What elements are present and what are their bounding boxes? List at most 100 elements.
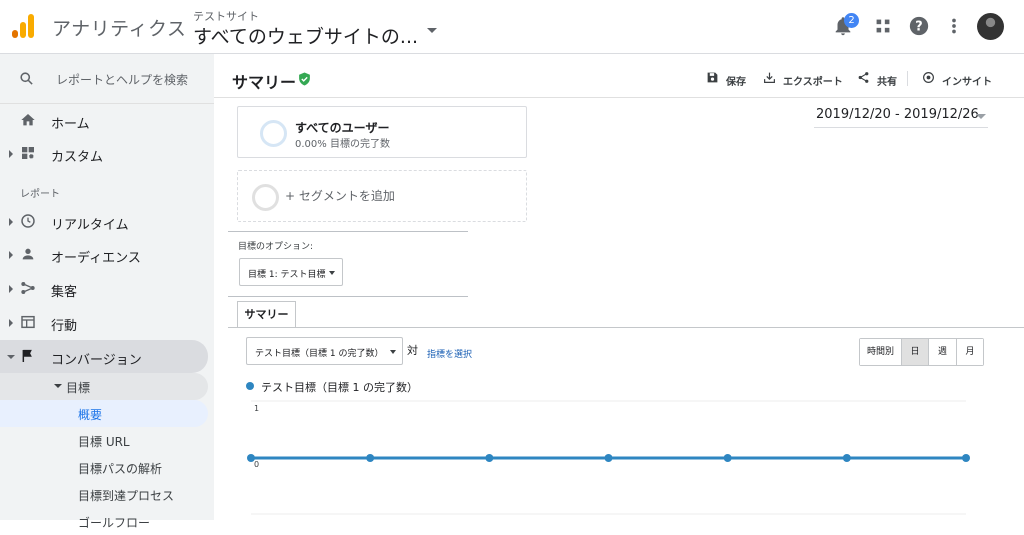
data-point[interactable] [842, 454, 851, 462]
top-bar: アナリティクス テストサイト すべてのウェブサイトの... 2 ? [0, 0, 1024, 54]
sidebar-item-goals-overview[interactable]: 概要 [0, 400, 208, 427]
versus-label: 対 [407, 344, 418, 357]
tab-summary[interactable]: サマリー [237, 301, 296, 328]
share-button[interactable]: 共有 [877, 73, 897, 88]
acquisition-icon [21, 282, 35, 294]
sidebar-item-behavior[interactable]: 行動 [0, 306, 214, 339]
search-icon [20, 72, 33, 85]
chevron-right-icon[interactable] [9, 251, 13, 259]
save-button[interactable]: 保存 [726, 73, 746, 88]
sidebar-item-label: 概要 [78, 408, 103, 422]
view-selector[interactable]: すべてのウェブサイトの... [193, 22, 418, 49]
metric-select[interactable]: テスト目標（目標 1 の完了数） [246, 337, 403, 365]
chevron-down-icon[interactable] [54, 384, 62, 388]
tab-divider [228, 327, 1024, 328]
chevron-down-icon[interactable] [7, 355, 15, 359]
divider [907, 71, 908, 86]
y-tick-label: 1 [254, 404, 259, 413]
chevron-right-icon[interactable] [9, 319, 13, 327]
chevron-right-icon[interactable] [9, 285, 13, 293]
data-point[interactable] [247, 454, 255, 462]
granularity-month-button[interactable]: 月 [956, 339, 983, 365]
insights-button[interactable]: インサイト [942, 73, 992, 88]
report-body: すべてのユーザー 0.00% 目標の完了数 + セグメントを追加 2019/12… [228, 98, 1024, 520]
data-point[interactable] [485, 454, 494, 462]
sidebar-item-label: 目標 [66, 381, 91, 395]
sidebar-item-label: 目標到達プロセス [78, 489, 175, 503]
series-group [247, 454, 970, 462]
sidebar-search[interactable]: レポートとヘルプを検索 [0, 54, 214, 104]
sidebar-item-funnel[interactable]: 目標到達プロセス [0, 481, 214, 508]
sidebar-item-goal-flow[interactable]: ゴールフロー [0, 508, 214, 535]
sidebar-item-label: オーディエンス [51, 251, 141, 266]
segment-circle-icon [252, 184, 279, 211]
sidebar-item-reverse-goal-path[interactable]: 目標パスの解析 [0, 454, 214, 481]
sidebar-item-goals[interactable]: 目標 [0, 373, 208, 400]
data-point[interactable] [723, 454, 732, 462]
insights-icon[interactable] [922, 71, 935, 84]
data-point[interactable] [604, 454, 613, 462]
add-segment-button[interactable]: + セグメントを追加 [237, 170, 527, 222]
share-icon[interactable] [857, 71, 870, 84]
home-icon [21, 114, 35, 126]
date-range-picker[interactable]: 2019/12/20 - 2019/12/26 [816, 107, 979, 122]
chevron-right-icon[interactable] [9, 218, 13, 226]
segment-title: すべてのユーザー [295, 121, 390, 135]
svg-text:?: ? [915, 20, 922, 35]
legend-label: テスト目標（目標 1 の完了数） [261, 381, 418, 394]
granularity-toggle: 時間別 日 週 月 [859, 338, 984, 366]
avatar[interactable] [977, 13, 1004, 40]
dashboard-icon [22, 147, 34, 159]
segment-subtitle: 0.00% 目標の完了数 [295, 139, 390, 150]
search-input[interactable]: レポートとヘルプを検索 [56, 71, 188, 88]
sidebar-item-custom[interactable]: カスタム [0, 137, 214, 170]
goal-options-label: 目標のオプション: [238, 242, 314, 252]
sidebar-item-acquisition[interactable]: 集客 [0, 272, 214, 305]
select-metric-link[interactable]: 指標を選択 [427, 347, 472, 360]
page-title: サマリー [232, 73, 297, 92]
sidebar-item-label: リアルタイム [51, 218, 129, 233]
add-segment-label: + セグメントを追加 [285, 189, 395, 203]
sidebar-item-label: 行動 [51, 319, 78, 334]
chevron-down-icon[interactable] [427, 28, 437, 33]
notification-badge: 2 [844, 13, 859, 28]
chevron-right-icon[interactable] [9, 150, 13, 158]
goal-option-select[interactable]: 目標 1: テスト目標 [239, 258, 343, 286]
save-icon[interactable] [706, 71, 719, 84]
help-icon[interactable]: ? [908, 15, 930, 37]
sidebar-item-audience[interactable]: オーディエンス [0, 238, 214, 271]
sidebar-item-goal-urls[interactable]: 目標 URL [0, 427, 214, 454]
y-tick-label: 0 [254, 460, 259, 469]
flag-icon [22, 349, 32, 362]
metric-value: テスト目標（目標 1 の完了数） [255, 349, 384, 359]
chevron-down-icon [329, 271, 335, 275]
sidebar-item-label: 目標 URL [78, 435, 130, 449]
divider [814, 127, 988, 128]
divider [228, 296, 468, 297]
window-icon [21, 315, 35, 329]
clock-icon [21, 214, 35, 228]
granularity-hourly-button[interactable]: 時間別 [860, 339, 901, 365]
sidebar-item-label: ゴールフロー [78, 516, 151, 530]
analytics-logo[interactable] [12, 14, 36, 38]
granularity-week-button[interactable]: 週 [928, 339, 956, 365]
export-button[interactable]: エクスポート [783, 73, 843, 88]
line-chart: 1 0 [247, 400, 970, 515]
data-point[interactable] [366, 454, 375, 462]
segment-card-all-users[interactable]: すべてのユーザー 0.00% 目標の完了数 [237, 106, 527, 158]
more-vert-icon[interactable] [943, 15, 965, 37]
app-title: アナリティクス [52, 18, 187, 40]
sidebar-item-label: カスタム [51, 150, 104, 165]
export-icon[interactable] [763, 71, 776, 84]
data-point[interactable] [962, 454, 970, 462]
sidebar-item-home[interactable]: ホーム [0, 104, 214, 137]
chevron-down-icon[interactable] [976, 114, 986, 119]
chevron-down-icon [390, 350, 396, 354]
granularity-day-button[interactable]: 日 [901, 339, 928, 365]
sidebar-item-label: ホーム [51, 117, 90, 132]
sidebar-item-conversions[interactable]: コンバージョン [0, 340, 208, 373]
sidebar-item-realtime[interactable]: リアルタイム [0, 205, 214, 238]
person-icon [22, 248, 34, 260]
sidebar-item-label: 集客 [51, 285, 78, 300]
apps-icon[interactable] [872, 15, 894, 37]
